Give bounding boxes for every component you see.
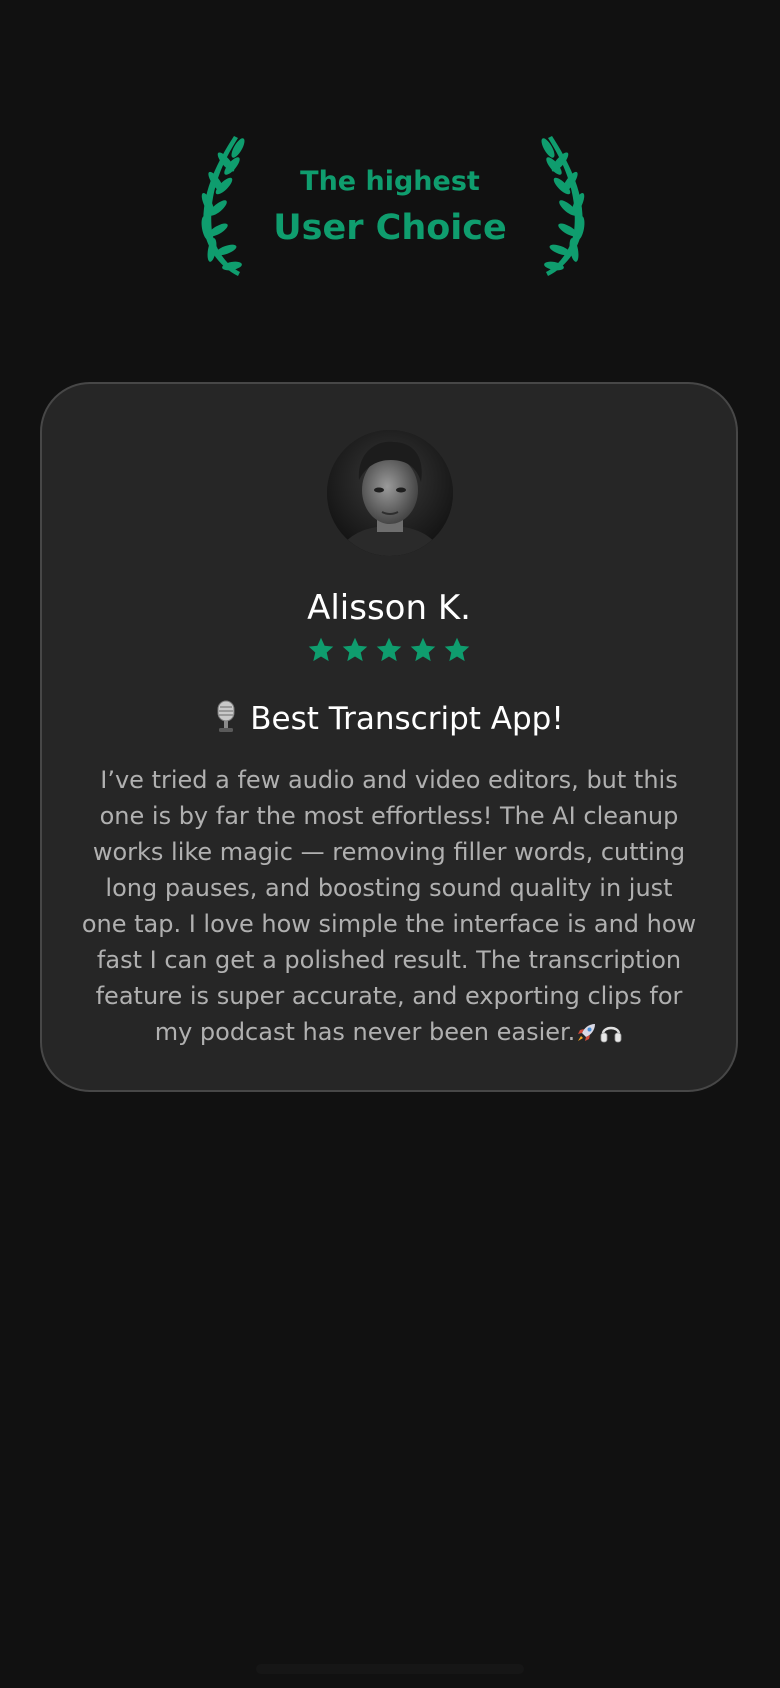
star-icon	[342, 637, 368, 662]
review-title: Best Transcript App!	[250, 701, 564, 737]
award-title: User Choice	[273, 208, 507, 248]
laurel-left-icon	[201, 136, 245, 276]
star-rating	[42, 636, 736, 664]
reviewer-name: Alisson K.	[307, 588, 471, 628]
laurel-right-icon	[541, 136, 585, 276]
headphones-icon	[600, 1026, 622, 1043]
review-body: I’ve tried a few audio and video editors…	[81, 766, 697, 1046]
microphone-icon	[217, 700, 235, 732]
star-icon	[410, 637, 436, 662]
star-icon	[308, 637, 334, 662]
star-icon	[444, 637, 470, 662]
review-title-row: Best Transcript App!	[42, 700, 736, 737]
avatar	[327, 430, 453, 556]
rocket-icon	[578, 1024, 596, 1041]
award-banner: The highest User Choice	[0, 130, 780, 280]
star-icon	[376, 637, 402, 662]
review-card: Alisson K. Best Transcript App! I’ve tri…	[40, 382, 738, 1092]
home-indicator[interactable]	[256, 1664, 524, 1674]
award-subtitle: The highest	[300, 166, 480, 197]
review-text-block: I’ve tried a few audio and video editors…	[80, 762, 698, 1050]
